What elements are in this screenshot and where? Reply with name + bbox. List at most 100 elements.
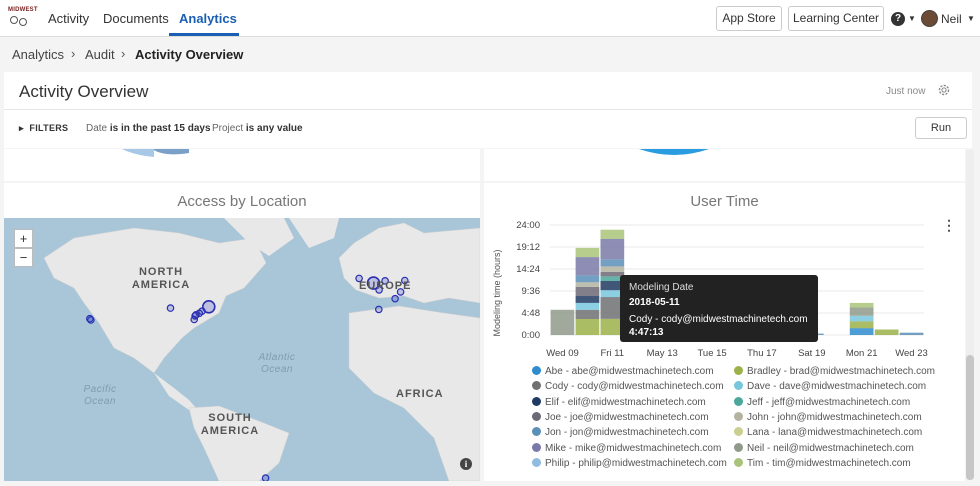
bar-segment[interactable] [575,302,600,310]
zoom-out-button[interactable]: − [14,248,33,267]
map-point-san-jose[interactable] [87,316,95,324]
active-tab-indicator [169,33,239,36]
world-map[interactable]: NORTH AMERICA EUROPE Atlantic Ocean Paci… [4,218,480,481]
bar-segment[interactable] [874,329,899,336]
bar-segment[interactable] [849,302,874,308]
company-logo[interactable]: MIDWEST [8,7,38,29]
bar-segment[interactable] [600,238,625,260]
legend-dot-icon [532,396,541,406]
map-label-atlantic: Atlantic Ocean [258,352,296,375]
legend-item[interactable]: Bradley - brad@midwestmachinetech.com [734,366,935,377]
x-tick-label: Sat 19 [798,348,825,359]
legend-item[interactable]: Cody - cody@midwestmachinetech.com [532,381,724,392]
bar-segment[interactable] [575,275,600,283]
bar-segment[interactable] [899,332,924,335]
map-land [43,218,480,481]
bar-segment[interactable] [575,282,600,287]
y-tick-label: 0:00 [522,330,541,341]
filters-label: FILTERS [29,123,69,133]
legend-dot-icon [532,411,541,421]
legend-item[interactable]: Dave - dave@midwestmachinetech.com [734,381,926,392]
legend-item[interactable]: Neil - neil@midwestmachinetech.com [734,442,914,454]
user-name[interactable]: Neil [941,12,962,26]
filter-value: is in the past 15 days [109,123,211,134]
legend-item[interactable]: Mike - mike@midwestmachinetech.com [532,442,722,454]
map-point-chicago[interactable] [166,304,175,312]
tooltip-heading: Modeling Date [629,282,694,293]
map-point-milan[interactable] [391,294,399,303]
legend-item[interactable]: Philip - philip@midwestmachinetech.com [532,457,727,469]
legend-label: Lana - lana@midwestmachinetech.com [747,427,923,439]
breadcrumb-audit[interactable]: Audit [85,47,115,62]
map-point-barcelona[interactable] [374,305,383,314]
run-button[interactable]: Run [915,117,967,139]
bar-segment[interactable] [575,319,600,335]
legend-dot-icon [734,427,743,437]
tooltip-date: 2018-05-11 [629,297,680,308]
app-store-button[interactable]: App Store [716,6,782,31]
project-filter[interactable]: Project is any value [212,123,303,134]
zoom-in-button[interactable]: + [14,229,33,248]
legend-dot-icon [532,442,541,452]
legend-dot-icon [532,427,541,437]
x-tick-label: May 13 [647,348,678,359]
nav-documents[interactable]: Documents [103,11,169,26]
bar-segment[interactable] [550,309,575,335]
filter-key: Project [212,123,244,134]
learning-center-button[interactable]: Learning Center [788,6,884,31]
bar-segment[interactable] [849,315,874,322]
legend-item[interactable]: Jon - jon@midwestmachinetech.com [532,427,709,438]
breadcrumb: Analytics › Audit › Activity Overview [0,37,980,71]
x-tick-label: Tue 15 [697,348,726,359]
legend-item[interactable]: Tim - tim@midwestmachinetech.com [734,457,911,469]
legend-dot-icon [734,381,743,391]
date-filter[interactable]: Date is in the past 15 days [86,123,211,134]
bar-segment[interactable] [849,307,874,316]
filters-toggle[interactable]: ▸ FILTERS [19,123,68,134]
y-tick-label: 19:12 [516,242,540,253]
panel-title: User Time [690,193,759,210]
legend-item[interactable]: Lana - lana@midwestmachinetech.com [734,427,922,438]
y-axis-label: Modeling time (hours) [492,249,502,336]
legend-label: Tim - tim@midwestmachinetech.com [747,457,911,469]
chevron-right-icon: › [121,46,126,61]
gear-icon[interactable] [937,83,951,97]
user-chevron-down-icon[interactable]: ▼ [967,14,975,23]
legend-label: Mike - mike@midwestmachinetech.com [545,442,722,454]
map-point-sao-paulo[interactable] [261,474,270,481]
scrollbar-thumb[interactable] [966,355,974,480]
legend-item[interactable]: Abe - abe@midwestmachinetech.com [532,366,714,377]
help-chevron-down-icon[interactable]: ▼ [908,14,916,23]
logo-text: MIDWEST [8,7,38,13]
bar-segment[interactable] [600,229,625,239]
bar-segment[interactable] [600,266,625,272]
logo-ring-icon [10,16,18,24]
pie-chart-remnant [122,149,189,157]
breadcrumb-analytics[interactable]: Analytics [12,47,64,62]
legend-label: Joe - joe@midwestmachinetech.com [545,411,709,423]
bar-segment[interactable] [600,259,625,267]
legend-item[interactable]: Jeff - jeff@midwestmachinetech.com [734,396,910,408]
help-icon[interactable]: ? [891,12,905,26]
nav-analytics[interactable]: Analytics [179,11,237,26]
bar-segment[interactable] [575,257,600,276]
bar-segment[interactable] [849,328,874,335]
y-tick-label: 24:00 [516,220,540,231]
avatar[interactable] [921,10,938,27]
x-tick-label: Wed 09 [546,348,579,359]
bar-segment[interactable] [849,321,874,329]
breadcrumb-current: Activity Overview [135,47,244,62]
legend-item[interactable]: John - john@midwestmachinetech.com [734,411,922,423]
legend-item[interactable]: Elif - elif@midwestmachinetech.com [532,396,706,408]
bar-segment[interactable] [575,296,600,303]
legend-dot-icon [734,366,743,375]
bar-segment[interactable] [575,247,600,258]
map-info-icon[interactable]: i [460,458,472,470]
legend-dot-icon [734,442,743,452]
legend-item[interactable]: Joe - joe@midwestmachinetech.com [532,411,709,423]
legend-label: Cody - cody@midwestmachinetech.com [545,381,724,393]
bar-segment[interactable] [575,286,600,297]
nav-activity[interactable]: Activity [48,11,89,26]
bar-segment[interactable] [575,309,600,319]
map-point-richmond[interactable] [190,315,199,324]
